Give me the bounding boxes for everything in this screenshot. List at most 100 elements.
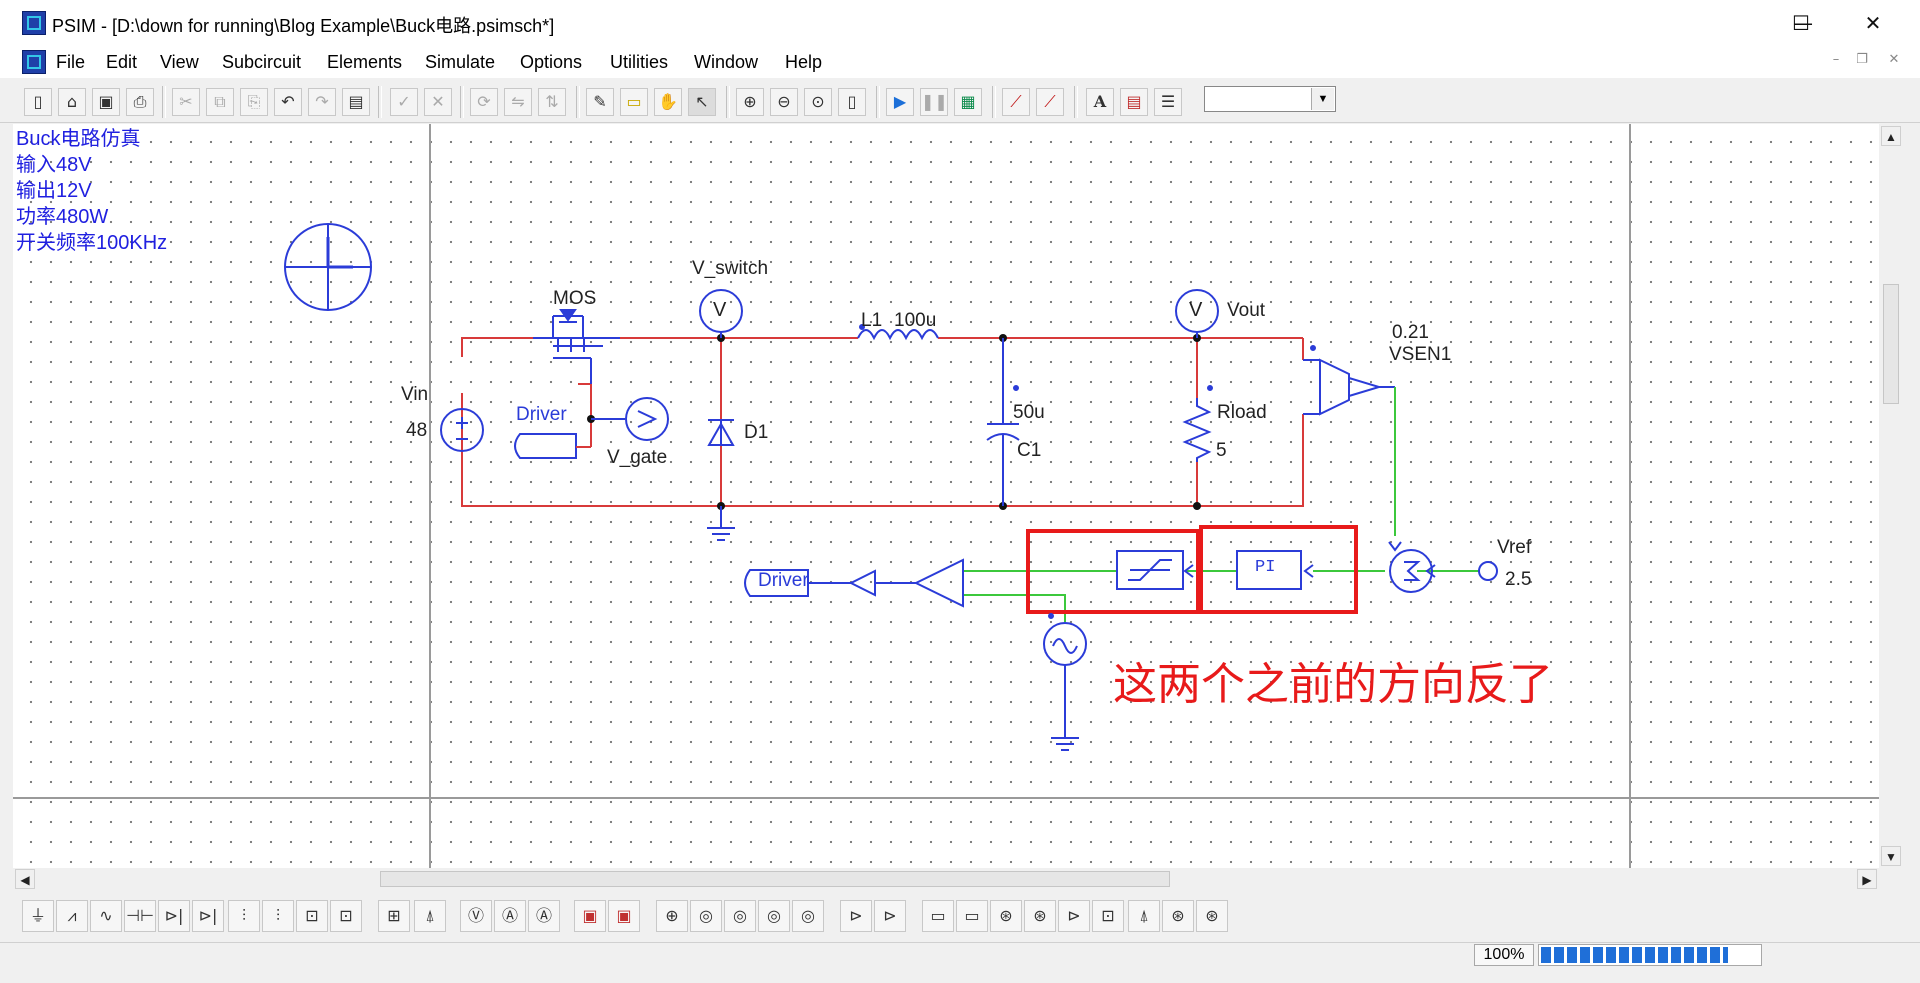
limiter-element-icon[interactable]: ⊡ bbox=[1092, 900, 1124, 932]
menu-options[interactable]: Options bbox=[520, 52, 582, 73]
new-file-icon[interactable]: ▯ bbox=[24, 88, 52, 116]
ammeter-element-icon[interactable]: Ⓐ bbox=[494, 900, 526, 932]
triangle-source-element-icon[interactable]: ◎ bbox=[724, 900, 756, 932]
mdi-minimize-button[interactable]: – bbox=[1826, 52, 1846, 72]
label-icon[interactable]: ▭ bbox=[620, 88, 648, 116]
sensor-element-icon[interactable]: ⊛ bbox=[1162, 900, 1194, 932]
rotate-icon[interactable]: ⟳ bbox=[470, 88, 498, 116]
document-icon[interactable] bbox=[22, 50, 46, 74]
text-icon[interactable]: A bbox=[1086, 88, 1114, 116]
gating-element-icon[interactable]: ⊳ bbox=[874, 900, 906, 932]
scroll-left-arrow-icon[interactable]: ◀ bbox=[15, 869, 35, 889]
paste-icon[interactable]: ⎘ bbox=[240, 88, 268, 116]
redo-icon[interactable]: ↷ bbox=[308, 88, 336, 116]
capacitor-element-icon[interactable]: ⊣⊢ bbox=[124, 900, 156, 932]
diode-element-icon[interactable]: ⊳| bbox=[158, 900, 190, 932]
zoom-fit-icon[interactable]: ⊙ bbox=[804, 88, 832, 116]
print-icon[interactable]: ⎙ bbox=[126, 88, 154, 116]
resistor-element-icon[interactable]: ⩘ bbox=[56, 900, 88, 932]
mdi-restore-button[interactable]: ❐ bbox=[1852, 52, 1872, 72]
step-source-element-icon[interactable]: ◎ bbox=[758, 900, 790, 932]
close-button[interactable]: ✕ bbox=[1838, 0, 1908, 46]
chevron-down-icon[interactable]: ▼ bbox=[1311, 88, 1334, 110]
save-icon[interactable]: ▣ bbox=[92, 88, 120, 116]
copy-icon[interactable]: ⧉ bbox=[206, 88, 234, 116]
current-sensor-element-icon[interactable]: ⊛ bbox=[1196, 900, 1228, 932]
pi-element-icon[interactable]: ▭ bbox=[956, 900, 988, 932]
zoom-in-icon[interactable]: ⊕ bbox=[736, 88, 764, 116]
vertical-scroll-thumb[interactable] bbox=[1883, 284, 1899, 404]
undo-icon[interactable]: ↶ bbox=[274, 88, 302, 116]
menu-view[interactable]: View bbox=[160, 52, 199, 73]
transformer-element-icon[interactable]: ⊞ bbox=[378, 900, 410, 932]
page-icon[interactable]: ▯ bbox=[838, 88, 866, 116]
horizontal-scroll-thumb[interactable] bbox=[380, 871, 1170, 887]
square-source-element-icon[interactable]: ◎ bbox=[792, 900, 824, 932]
menu-file[interactable]: File bbox=[56, 52, 85, 73]
schematic-canvas[interactable]: Buck电路仿真 输入48V 输出12V 功率480W 开关频率100KHz V… bbox=[13, 124, 1879, 868]
switch2-element-icon[interactable]: ⊡ bbox=[330, 900, 362, 932]
toolbar-separator bbox=[460, 86, 464, 118]
horizontal-scrollbar[interactable]: ◀ ▶ bbox=[13, 868, 1879, 890]
clipboard-icon[interactable]: ▤ bbox=[342, 88, 370, 116]
summer-element-icon[interactable]: ⊛ bbox=[990, 900, 1022, 932]
probe-voltage-icon[interactable]: ⟋ bbox=[1002, 88, 1030, 116]
select-arrow-icon[interactable]: ↖ bbox=[688, 88, 716, 116]
comparator-element-icon[interactable]: ⊳ bbox=[840, 900, 872, 932]
label-driver-bottom: Driver bbox=[758, 570, 809, 591]
node-element-icon[interactable]: ⍋ bbox=[1128, 900, 1160, 932]
toolbar-separator bbox=[992, 86, 996, 118]
menu-edit[interactable]: Edit bbox=[106, 52, 137, 73]
menu-simulate[interactable]: Simulate bbox=[425, 52, 495, 73]
mosfet-element-icon[interactable]: ⫶ bbox=[262, 900, 294, 932]
label-d1: D1 bbox=[744, 422, 769, 443]
element-select-dropdown[interactable]: ▼ bbox=[1204, 86, 1336, 112]
vertical-scrollbar[interactable]: ▲ ▼ bbox=[1880, 124, 1902, 868]
dc-source-element-icon[interactable]: ⊕ bbox=[656, 900, 688, 932]
progress-fill bbox=[1541, 947, 1728, 963]
igbt-element-icon[interactable]: ⫶ bbox=[228, 900, 260, 932]
cancel-icon[interactable]: ✕ bbox=[424, 88, 452, 116]
annotation-text: 这两个之前的方向反了 bbox=[1113, 660, 1553, 709]
scroll-down-arrow-icon[interactable]: ▼ bbox=[1881, 846, 1901, 866]
inductor-element-icon[interactable]: ∿ bbox=[90, 900, 122, 932]
menu-help[interactable]: Help bbox=[785, 52, 822, 73]
ground-element-icon[interactable]: ⏚ bbox=[22, 900, 54, 932]
display2-element-icon[interactable]: ▣ bbox=[608, 900, 640, 932]
mdi-close-button[interactable]: ✕ bbox=[1884, 52, 1904, 72]
open-folder-icon[interactable]: ⌂ bbox=[58, 88, 86, 116]
op-amp-element-icon[interactable]: ⊳ bbox=[1058, 900, 1090, 932]
multiplier-element-icon[interactable]: ⊛ bbox=[1024, 900, 1056, 932]
maximize-button[interactable]: ☐ bbox=[1766, 0, 1836, 46]
switch-element-icon[interactable]: ⊡ bbox=[296, 900, 328, 932]
menu-window[interactable]: Window bbox=[694, 52, 758, 73]
voltmeter-element-icon[interactable]: Ⓥ bbox=[460, 900, 492, 932]
scope-element-icon[interactable]: Ⓐ bbox=[528, 900, 560, 932]
display-element-icon[interactable]: ▣ bbox=[574, 900, 606, 932]
check-icon[interactable]: ✓ bbox=[390, 88, 418, 116]
gain-element-icon[interactable]: ▭ bbox=[922, 900, 954, 932]
wire-pencil-icon[interactable]: ✎ bbox=[586, 88, 614, 116]
pause-icon[interactable]: ❚❚ bbox=[920, 88, 948, 116]
menu-elements[interactable]: Elements bbox=[327, 52, 402, 73]
current-source-element-icon[interactable]: ⍋ bbox=[414, 900, 446, 932]
hand-pan-icon[interactable]: ✋ bbox=[654, 88, 682, 116]
scroll-up-arrow-icon[interactable]: ▲ bbox=[1881, 126, 1901, 146]
zoom-out-icon[interactable]: ⊖ bbox=[770, 88, 798, 116]
comparator-symbol bbox=[808, 558, 964, 608]
simview-icon[interactable]: ▦ bbox=[954, 88, 982, 116]
element-list-icon[interactable]: ▤ bbox=[1120, 88, 1148, 116]
ac-source-element-icon[interactable]: ◎ bbox=[690, 900, 722, 932]
psim-app-icon[interactable] bbox=[22, 11, 46, 35]
run-simulation-icon[interactable]: ▶ bbox=[886, 88, 914, 116]
clock-icon bbox=[284, 223, 372, 311]
thyristor-element-icon[interactable]: ⊳| bbox=[192, 900, 224, 932]
scroll-right-arrow-icon[interactable]: ▶ bbox=[1857, 869, 1877, 889]
cut-icon[interactable]: ✂ bbox=[172, 88, 200, 116]
flip-horizontal-icon[interactable]: ⇋ bbox=[504, 88, 532, 116]
menu-subcircuit[interactable]: Subcircuit bbox=[222, 52, 301, 73]
library-icon[interactable]: ☰ bbox=[1154, 88, 1182, 116]
menu-utilities[interactable]: Utilities bbox=[610, 52, 668, 73]
flip-vertical-icon[interactable]: ⇅ bbox=[538, 88, 566, 116]
probe-current-icon[interactable]: ⟋ bbox=[1036, 88, 1064, 116]
